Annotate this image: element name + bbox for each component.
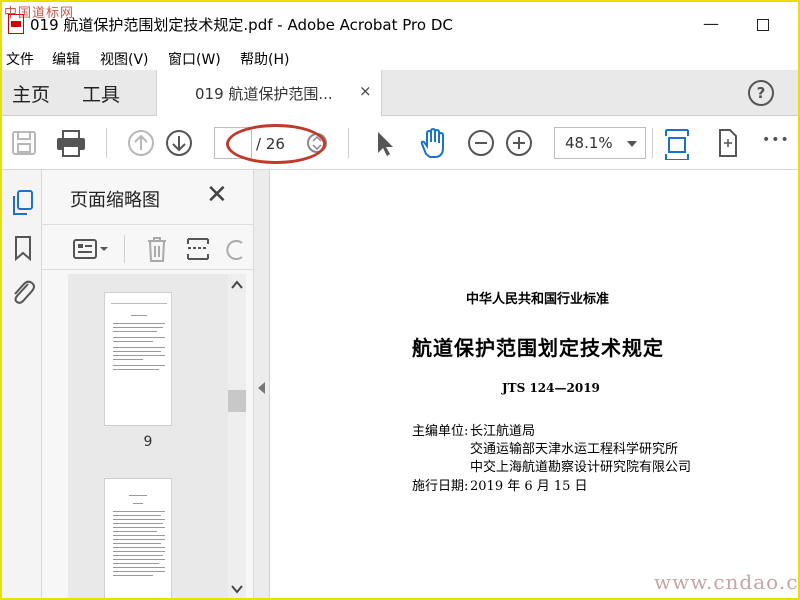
navigation-rail: [2, 170, 42, 598]
rotate-icon[interactable]: [224, 235, 248, 263]
window-title: 019 航道保护范围划定技术规定.pdf - Adobe Acrobat Pro…: [30, 16, 453, 34]
page-thumbnail[interactable]: [104, 478, 172, 598]
thumbnails-panel: 页面缩略图 ✕ 9: [42, 170, 254, 598]
toolbar-separator: [348, 128, 349, 158]
scroll-down-icon[interactable]: [231, 584, 243, 594]
zoom-dropdown[interactable]: 48.1%: [554, 127, 646, 159]
menu-view[interactable]: 视图(V): [100, 49, 149, 69]
select-arrow-icon[interactable]: [372, 126, 396, 160]
thumbnail-scrollbar[interactable]: [228, 274, 246, 598]
help-icon[interactable]: ?: [748, 80, 774, 106]
toolbar: •••: [2, 116, 798, 170]
tab-document-label: 019 航道保护范围...: [195, 85, 333, 103]
zoom-out-icon[interactable]: [466, 126, 496, 160]
editors-label: 主编单位:: [412, 424, 469, 439]
tab-bar: 主页 工具 019 航道保护范围... × ?: [2, 70, 798, 116]
close-icon[interactable]: ✕: [206, 180, 228, 210]
menu-help[interactable]: 帮助(H): [240, 49, 289, 69]
standard-category: 中华人民共和国行业标准: [466, 292, 610, 307]
scroll-thumb[interactable]: [228, 390, 246, 412]
page-up-icon[interactable]: [126, 126, 156, 160]
print-icon[interactable]: [54, 126, 88, 160]
scroll-up-icon[interactable]: [231, 280, 243, 290]
zoom-value: 48.1%: [565, 134, 613, 152]
editor-2: 交通运输部天津水运工程科学研究所: [470, 442, 679, 457]
standard-code: JTS 124—2019: [502, 381, 600, 395]
bookmark-icon[interactable]: [12, 234, 34, 262]
document-title: 航道保护范围划定技术规定: [412, 336, 664, 360]
thumbnail-list: 9: [68, 274, 228, 598]
panel-title: 页面缩略图: [70, 190, 160, 211]
pages-icon[interactable]: [10, 188, 36, 218]
chevron-down-icon: [627, 141, 637, 147]
toolbar-separator: [106, 128, 107, 158]
rotate-view-icon[interactable]: [712, 126, 742, 160]
more-icon[interactable]: •••: [762, 132, 790, 166]
editor-1: 长江航道局: [470, 424, 536, 439]
menu-edit[interactable]: 编辑: [52, 49, 80, 69]
editor-3: 中交上海航道勘察设计研究院有限公司: [470, 460, 692, 475]
thumb-options-icon[interactable]: [72, 237, 112, 261]
effective-date: 2019 年 6 月 15 日: [470, 479, 588, 494]
save-icon[interactable]: [10, 126, 38, 160]
menu-bar: 文件 编辑 视图(V) 窗口(W) 帮助(H): [2, 46, 798, 70]
watermark-bottom: www.cndao.com: [654, 570, 799, 594]
menu-file[interactable]: 文件: [6, 49, 34, 69]
thumbnail-label: 9: [143, 434, 153, 450]
panel-collapse-handle[interactable]: [254, 170, 270, 598]
menu-window[interactable]: 窗口(W): [168, 49, 221, 69]
document-view[interactable]: 中华人民共和国行业标准 航道保护范围划定技术规定 JTS 124—2019 主编…: [270, 170, 798, 598]
delete-icon[interactable]: [144, 235, 170, 263]
maximize-icon: [757, 18, 769, 31]
toolbar-separator: [652, 128, 653, 158]
insert-page-icon[interactable]: [184, 235, 212, 263]
minimize-button[interactable]: —: [696, 10, 726, 38]
zoom-in-icon[interactable]: [504, 126, 534, 160]
tab-close-button[interactable]: ×: [359, 82, 372, 100]
annotation-ellipse: [226, 124, 326, 164]
title-bar: 中国道标网 019 航道保护范围划定技术规定.pdf - Adobe Acrob…: [2, 2, 798, 46]
effective-label: 施行日期:: [412, 479, 469, 494]
hand-icon[interactable]: [416, 126, 448, 160]
attachment-icon[interactable]: [8, 276, 36, 306]
panel-separator: [124, 235, 125, 263]
app-window: 中国道标网 019 航道保护范围划定技术规定.pdf - Adobe Acrob…: [0, 0, 800, 600]
maximize-button[interactable]: [748, 10, 778, 38]
fit-page-icon[interactable]: [662, 126, 692, 160]
tab-home[interactable]: 主页: [12, 80, 50, 107]
tab-document[interactable]: 019 航道保护范围... ×: [156, 70, 382, 116]
page-down-icon[interactable]: [164, 126, 194, 160]
page-thumbnail[interactable]: [104, 292, 172, 426]
chevron-left-icon: [258, 382, 265, 394]
panel-toolbar: [42, 224, 254, 270]
tab-tools[interactable]: 工具: [82, 80, 120, 107]
